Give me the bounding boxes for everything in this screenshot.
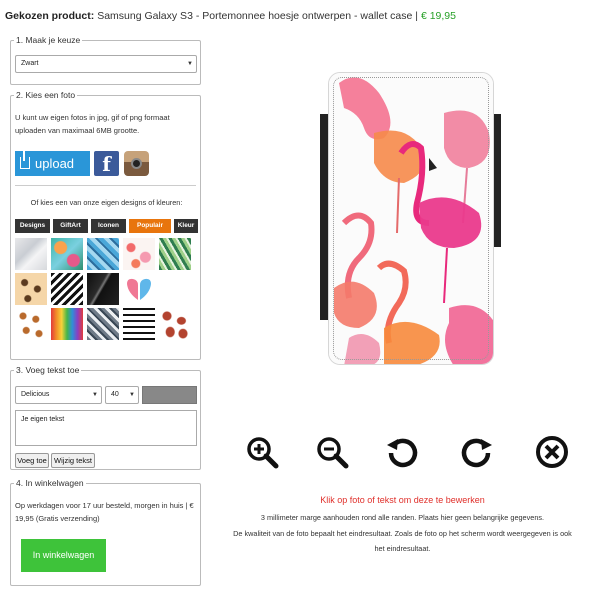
- color-picker[interactable]: [142, 386, 197, 404]
- add-to-cart-button[interactable]: In winkelwagen: [21, 539, 106, 572]
- chevron-down-icon: ▼: [129, 392, 135, 398]
- delivery-info: Op werkdagen voor 17 uur besteld, morgen…: [15, 501, 194, 523]
- chevron-down-icon: ▼: [92, 392, 98, 398]
- product-name: Samsung Galaxy S3 - Portemonnee hoesje o…: [97, 10, 419, 22]
- thumbnail-camo[interactable]: [159, 273, 191, 305]
- thumbnail-chevron[interactable]: [51, 273, 83, 305]
- add-text-button[interactable]: Voeg toe: [15, 453, 49, 468]
- step3-panel: 3. Voeg tekst toe Delicious ▼ 40 ▼ Je ei…: [10, 365, 201, 470]
- tab-designs[interactable]: Designs: [15, 219, 50, 233]
- tab-populair[interactable]: Populair: [129, 219, 171, 233]
- color-select-value: Zwart: [21, 60, 39, 67]
- tab-kleur[interactable]: Kleur: [174, 219, 198, 233]
- zoom-in-icon[interactable]: [245, 435, 279, 469]
- upload-label: upload: [35, 156, 75, 171]
- thumbnail-black-marble[interactable]: [87, 273, 119, 305]
- thumbnail-paint-drips[interactable]: [51, 308, 83, 340]
- quality-hint-end: het eindresultaat.: [374, 544, 431, 553]
- designs-intro: Of kies een van onze eigen designs of kl…: [30, 198, 183, 207]
- thumbnail-hearts[interactable]: [123, 273, 155, 305]
- tab-giftart[interactable]: GiftArt: [53, 219, 88, 233]
- thumbnail-stripes[interactable]: [123, 308, 155, 340]
- case-preview[interactable]: [328, 72, 494, 365]
- edit-hint: Klik op foto of tekst om deze te bewerke…: [320, 495, 485, 505]
- zoom-out-icon[interactable]: [315, 435, 349, 469]
- instagram-button[interactable]: [124, 151, 149, 176]
- upload-button[interactable]: upload: [15, 151, 90, 176]
- thumbnail-lips[interactable]: [159, 308, 191, 340]
- size-select-value: 40: [111, 391, 119, 398]
- step4-panel: 4. In winkelwagen Op werkdagen voor 17 u…: [10, 478, 201, 586]
- font-select[interactable]: Delicious ▼: [15, 386, 102, 404]
- thumbnail-palms[interactable]: [51, 238, 83, 270]
- thumbnail-leopard[interactable]: [15, 273, 47, 305]
- product-price: € 19,95: [420, 10, 456, 22]
- upload-icon: [20, 151, 30, 169]
- facebook-button[interactable]: f: [94, 151, 119, 176]
- size-select[interactable]: 40 ▼: [105, 386, 139, 404]
- tab-iconen[interactable]: Iconen: [91, 219, 126, 233]
- case-side: [494, 114, 501, 247]
- edit-text-button[interactable]: Wijzig tekst: [51, 453, 95, 468]
- thumbnail-grey-chevron[interactable]: [87, 308, 119, 340]
- step4-title: 4. In winkelwagen: [14, 478, 86, 488]
- case-clasp: [320, 114, 328, 320]
- step3-title: 3. Voeg tekst toe: [14, 365, 82, 375]
- text-input[interactable]: Je eigen tekst: [15, 410, 197, 446]
- step2-title: 2. Kies een foto: [14, 90, 78, 100]
- thumbnail-blue-pattern[interactable]: [87, 238, 119, 270]
- delete-icon[interactable]: [535, 435, 569, 469]
- step1-panel: 1. Maak je keuze Zwart ▼: [10, 35, 201, 85]
- quality-hint: De kwaliteit van de foto bepaalt het ein…: [233, 529, 572, 538]
- chevron-down-icon: ▼: [187, 61, 193, 67]
- divider: [15, 185, 196, 186]
- product-header: Gekozen product: Samsung Galaxy S3 - Por…: [5, 10, 456, 22]
- thumbnail-leaves[interactable]: [159, 238, 191, 270]
- header-label: Gekozen product:: [5, 10, 95, 22]
- text-input-placeholder: Je eigen tekst: [21, 416, 65, 423]
- hearts-icon: [127, 278, 151, 300]
- step1-title: 1. Maak je keuze: [14, 35, 83, 45]
- color-select[interactable]: Zwart ▼: [15, 55, 197, 73]
- font-select-value: Delicious: [21, 391, 50, 398]
- facebook-icon: f: [102, 152, 111, 176]
- flamingo-design: [329, 73, 493, 364]
- thumbnail-marble[interactable]: [15, 238, 47, 270]
- margin-hint: 3 millimeter marge aanhouden rond alle r…: [260, 513, 545, 522]
- step2-panel: 2. Kies een foto U kunt uw eigen fotos i…: [10, 90, 201, 360]
- thumbnail-birds[interactable]: [15, 308, 47, 340]
- instagram-icon: [131, 158, 142, 169]
- upload-description: U kunt uw eigen fotos in jpg, gif of png…: [15, 113, 170, 135]
- rotate-right-icon[interactable]: [460, 435, 494, 469]
- rotate-left-icon[interactable]: [385, 435, 419, 469]
- thumbnail-flamingos[interactable]: [123, 238, 155, 270]
